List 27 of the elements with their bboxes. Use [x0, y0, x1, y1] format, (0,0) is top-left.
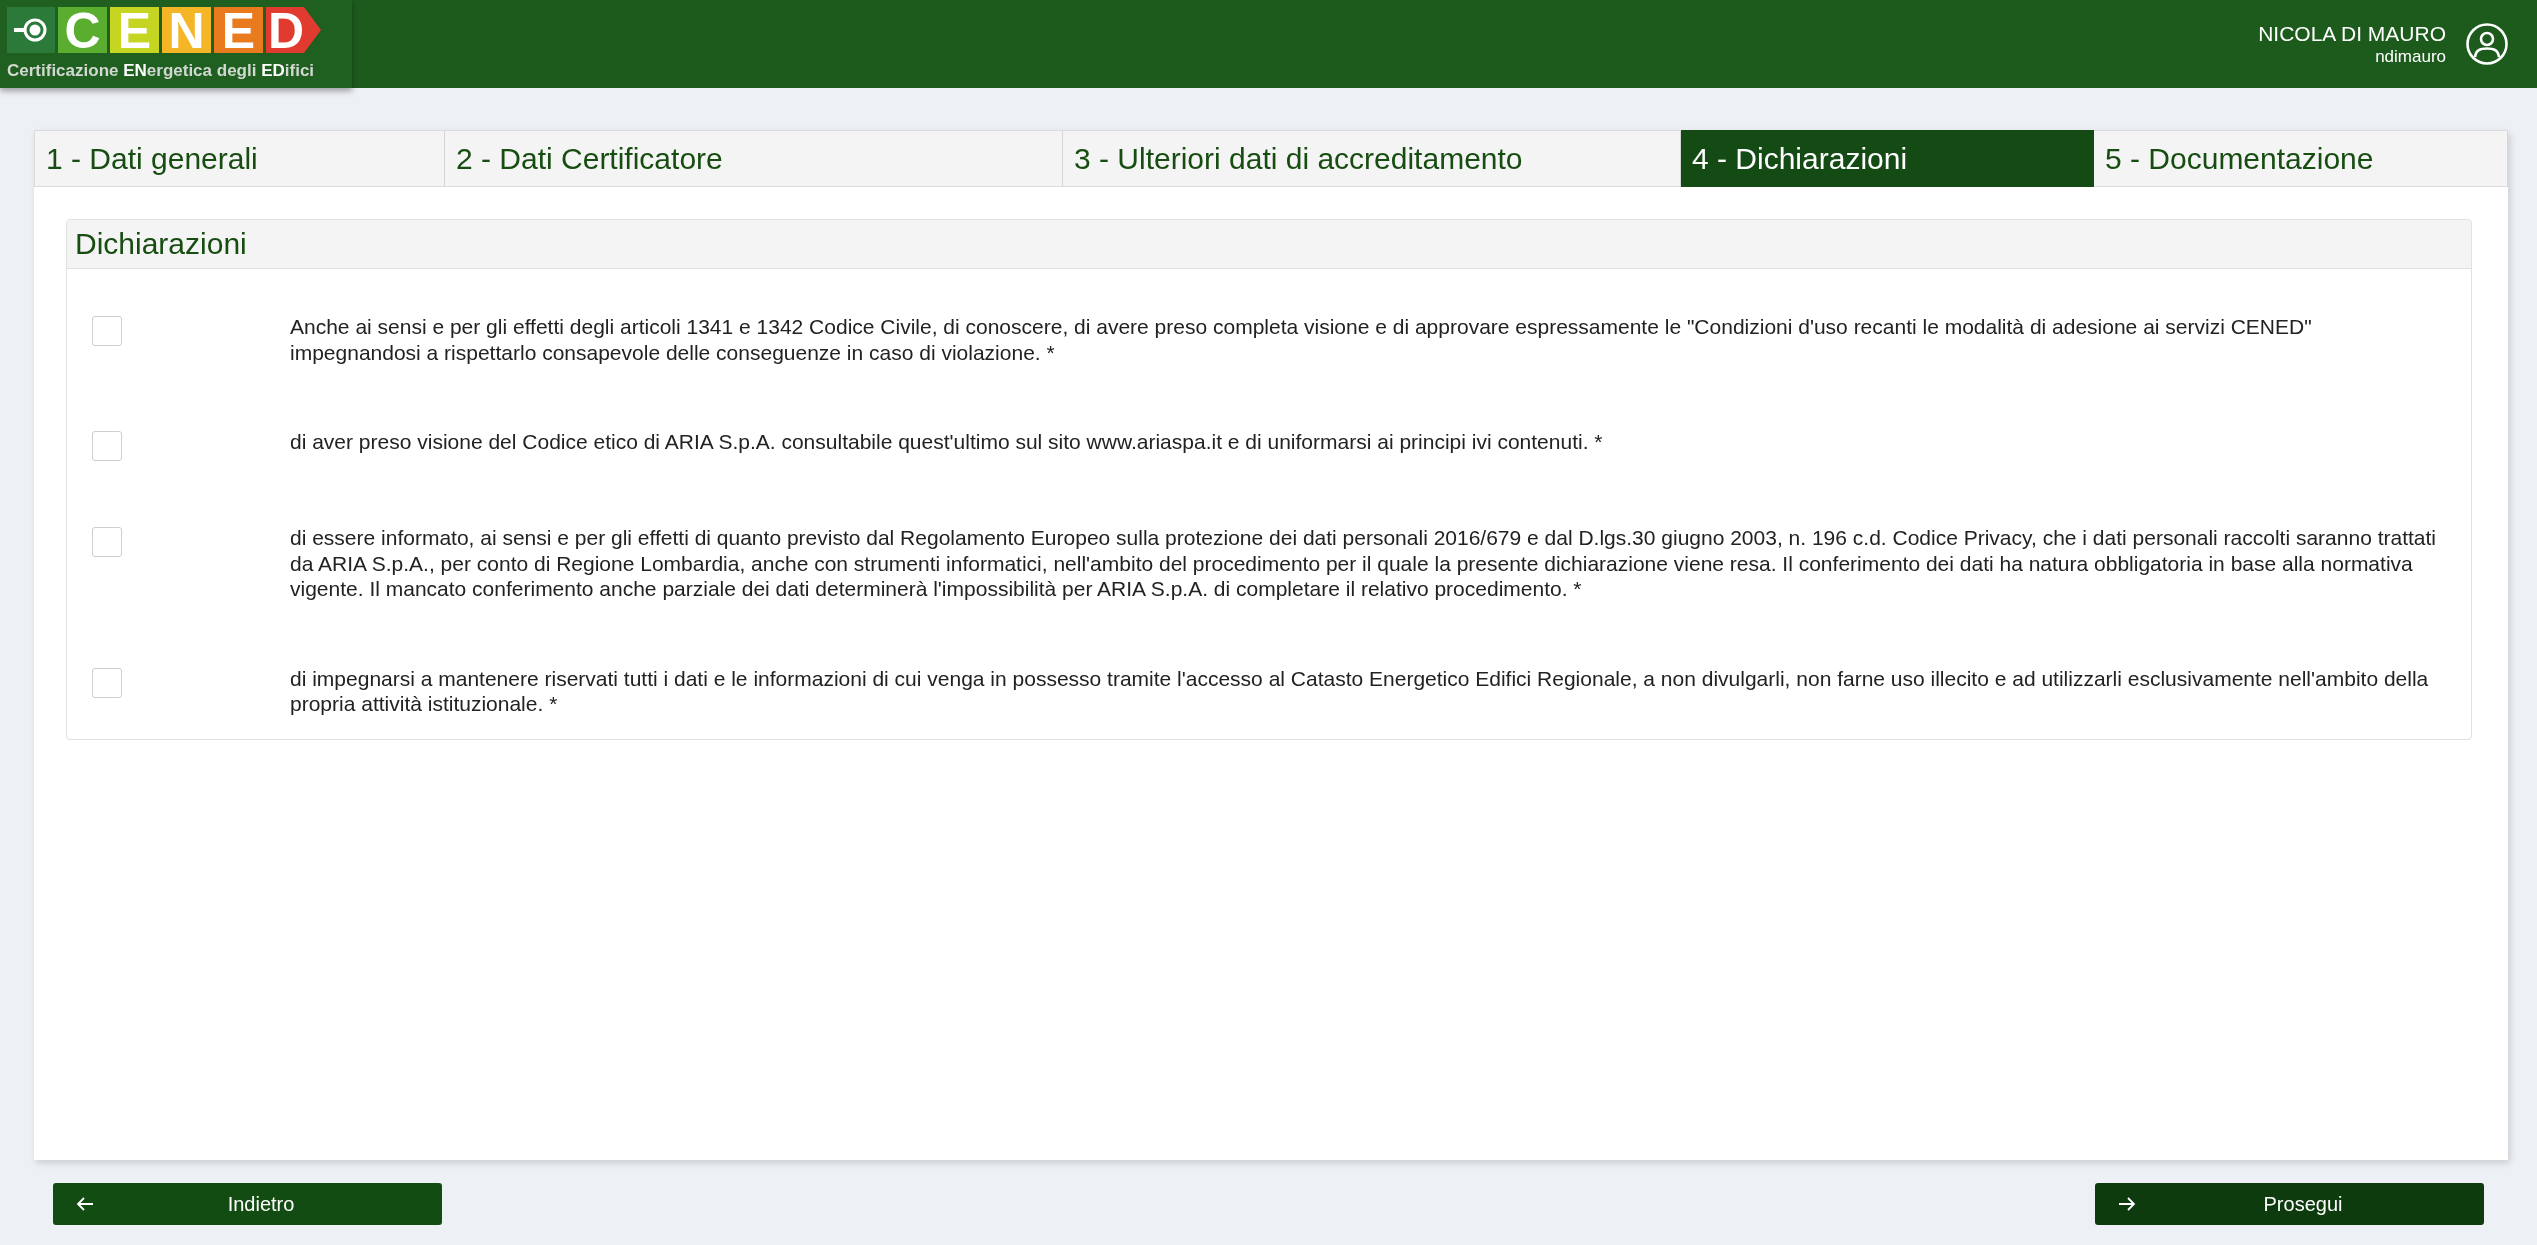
logo-letter: N — [162, 7, 211, 53]
checkbox[interactable] — [92, 667, 122, 698]
back-button[interactable]: Indietro — [53, 1183, 442, 1225]
checkbox[interactable] — [92, 527, 122, 557]
logo-subtitle: Certificazione ENergetica degli EDifici — [7, 61, 316, 81]
declaration-text: di essere informato, ai sensi e per gli effetti di quanto previsto dal Regolamento Europeo sulla protezione dei dati personali 2016/679 e dal D.lgs.30 giugno 2003, n. 196 c.d. Codice Privacy, che i dati personali raccolti saranno trattati da ARIA S.p.A., per conto di Regione Lombardia, anche con strumenti informatici, nell'ambito del procedimento per il quale la presente dichiarazione viene resa. Il conferimento dei dati ha natura obbligatoria in base alla normativa vigente. Il mancato conferimento anche parziale dei dati determinerà l'impossibilità per ARIA S.p.A. di completare il relativo procedimento. * — [290, 525, 2437, 602]
tab[interactable]: 4 - Dichiarazioni — [1681, 130, 2094, 187]
tab[interactable]: 5 - Documentazione — [2094, 130, 2508, 187]
checkbox[interactable] — [92, 431, 122, 461]
next-button[interactable]: Prosegui — [2095, 1183, 2484, 1225]
panel-title: Dichiarazioni — [75, 227, 247, 261]
arrow-left-icon — [76, 1196, 94, 1212]
user-name: NICOLA DI MAURO — [2258, 21, 2446, 46]
logo-letter: C — [58, 7, 107, 53]
declaration-text: di aver preso visione del Codice etico di ARIA S.p.A. consultabile quest'ultimo sul sito www.ariaspa.it e di uniformarsi ai principi ivi contenuti. * — [290, 429, 1604, 455]
checkbox[interactable] — [92, 316, 122, 346]
logo-letter: E — [214, 7, 263, 53]
logo-letter: D — [266, 7, 321, 53]
declaration-text: di impegnarsi a mantenere riservati tutti i dati e le informazioni di cui venga in possesso tramite l'accesso al Catasto Energetico Edifici Regionale, a non divulgarli, non farne uso illecito e ad utilizzarli esclusivamente nell'ambito della propria attività istituzionale. * — [290, 665, 2430, 717]
tab[interactable]: 2 - Dati Certificatore — [445, 130, 1063, 187]
account-icon[interactable] — [2466, 23, 2508, 65]
tab[interactable]: 3 - Ulteriori dati di accreditamento — [1063, 130, 1681, 187]
tab[interactable]: 1 - Dati generali — [34, 130, 445, 187]
declaration-text: Anche ai sensi e per gli effetti degli articoli 1341 e 1342 Codice Civile, di conoscere, di avere preso completa visione e di approvare espressamente le "Condizioni d'uso recanti le modalità di adesione ai servizi CENED" impegnandosi a rispettarlo consapevole delle conseguenze in caso di violazione. * — [290, 314, 2313, 365]
arrow-right-icon — [2118, 1196, 2136, 1212]
logo-letter: E — [110, 7, 159, 53]
username: ndimauro — [2375, 46, 2446, 67]
